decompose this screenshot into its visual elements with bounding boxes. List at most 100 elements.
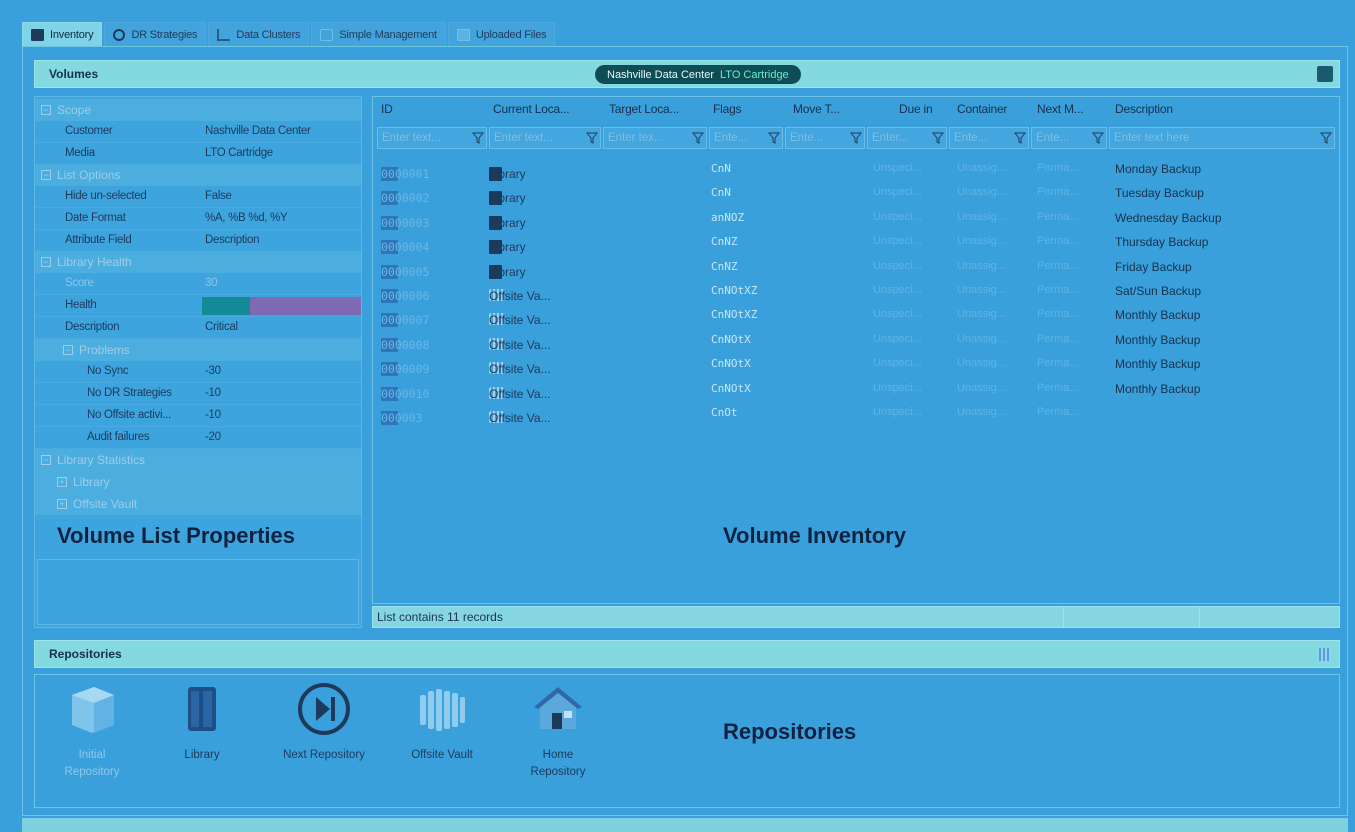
cell-due-in: Unspeci... (873, 284, 922, 296)
repository-library[interactable]: Library (147, 675, 257, 764)
volume-id: 0000004 (381, 240, 430, 255)
category-offsite-vault[interactable]: + Offsite Vault (35, 493, 361, 515)
table-row[interactable]: 0000010 Offsite Va... CnNOtX Unspeci... Unas… (373, 377, 1339, 401)
prop-audit-failures[interactable]: Audit failures -20 (35, 427, 361, 449)
column-header-due-in[interactable]: Due in (899, 102, 933, 116)
filter-id[interactable]: Enter text... (377, 127, 487, 149)
column-header-container[interactable]: Container (957, 102, 1007, 116)
filter-icon[interactable] (768, 132, 780, 144)
category-scope[interactable]: − Scope (35, 99, 361, 121)
table-row[interactable]: 0000005 Library CnNZ Unspeci... Unassig... Pe… (373, 255, 1339, 279)
prop-no-sync[interactable]: No Sync -30 (35, 361, 361, 383)
status-separator (1063, 607, 1064, 627)
category-library-statistics[interactable]: − Library Statistics (35, 449, 361, 471)
grid-status-bar: List contains 11 records (372, 606, 1340, 628)
pill-location: Nashville Data Center (607, 68, 714, 81)
filter-icon[interactable] (932, 132, 944, 144)
prop-hide-unselected[interactable]: Hide un-selected False (35, 186, 361, 208)
cell-description: Sat/Sun Backup (1115, 284, 1202, 298)
table-row[interactable]: 0000003 Library anNOZ Unspeci... Unassig... P… (373, 206, 1339, 230)
prop-description[interactable]: Description Critical (35, 317, 361, 339)
table-row[interactable]: 0000001 Library CnN Unspeci... Unassig... Per… (373, 157, 1339, 181)
cell-container: Unassig... (957, 381, 1006, 394)
tab-data-clusters[interactable]: Data Clusters (208, 22, 310, 46)
category-list-options[interactable]: − List Options (35, 164, 361, 186)
collapse-icon[interactable]: − (41, 104, 51, 115)
prop-key: Description (65, 321, 120, 334)
tab-bar: Inventory DR Strategies Data Clusters Si… (22, 22, 557, 46)
filter-move-type[interactable]: Ente... (785, 127, 865, 149)
collapse-icon[interactable]: − (41, 454, 51, 465)
filter-icon[interactable] (692, 132, 704, 144)
panel-menu-icon[interactable] (1317, 66, 1333, 82)
repository-initial[interactable]: Initial Repository (37, 675, 147, 781)
cell-flags: CnNOtX (711, 332, 751, 346)
prop-no-offsite-activity[interactable]: No Offsite activi... -10 (35, 405, 361, 427)
repositories-panel-icon[interactable] (1317, 648, 1331, 661)
cell-container: Unassig... (957, 332, 1006, 345)
initial-repository-icon (64, 681, 120, 737)
filter-flags[interactable]: Ente... (709, 127, 783, 149)
prop-customer[interactable]: Customer Nashville Data Center (35, 121, 361, 143)
filter-icon[interactable] (850, 132, 862, 144)
location-text: Library (489, 215, 526, 230)
table-row[interactable]: 0000004 Library CnNZ Unspeci... Unassig... Pe… (373, 230, 1339, 255)
tab-dr-strategies[interactable]: DR Strategies (104, 22, 207, 46)
expand-icon[interactable]: + (57, 498, 67, 509)
expand-icon[interactable]: + (57, 476, 67, 487)
category-library-health[interactable]: − Library Health (35, 251, 361, 273)
filter-container[interactable]: Ente... (949, 127, 1029, 149)
filter-next-move[interactable]: Ente... (1031, 127, 1107, 149)
column-header-id[interactable]: ID (381, 102, 393, 116)
tab-label: Inventory (50, 28, 94, 41)
prop-attribute-field[interactable]: Attribute Field Description (35, 230, 361, 252)
filter-icon[interactable] (586, 132, 598, 144)
category-problems[interactable]: − Problems (35, 339, 361, 361)
tab-inventory[interactable]: Inventory (22, 22, 103, 46)
column-header-description[interactable]: Description (1115, 102, 1173, 116)
tab-simple-management[interactable]: Simple Management (311, 22, 446, 46)
column-header-current-location[interactable]: Current Loca... (493, 102, 570, 116)
health-bar-good (202, 297, 250, 315)
tab-label: Simple Management (339, 28, 437, 41)
tab-uploaded-files[interactable]: Uploaded Files (447, 22, 556, 46)
table-row[interactable]: 0000007 Offsite Va... CnNOtXZ Unspeci... Una… (373, 303, 1339, 328)
cell-next-move: Perma... (1037, 406, 1079, 418)
prop-score[interactable]: Score 30 (35, 273, 361, 295)
filter-current-location[interactable]: Enter text... (489, 127, 601, 149)
column-header-target-location[interactable]: Target Loca... (609, 102, 679, 116)
scope-pill[interactable]: Nashville Data Center LTO Cartridge (595, 65, 801, 84)
repository-home[interactable]: Home Repository (503, 675, 613, 781)
cell-next-move: Perma... (1037, 381, 1079, 394)
table-row[interactable]: 0000006 Offsite Va... CnNOtXZ Unspeci... Una… (373, 279, 1339, 303)
prop-key: Hide un-selected (65, 190, 147, 203)
filter-icon[interactable] (1092, 132, 1104, 144)
column-header-move-type[interactable]: Move T... (793, 102, 840, 116)
prop-media[interactable]: Media LTO Cartridge (35, 143, 361, 165)
table-row[interactable]: 0000009 Offsite Va... CnNOtX Unspeci... Unas… (373, 352, 1339, 377)
collapse-icon[interactable]: − (63, 344, 73, 355)
filter-description[interactable]: Enter text here (1109, 127, 1335, 149)
collapse-icon[interactable]: − (41, 169, 51, 180)
repository-next[interactable]: Next Repository (269, 675, 379, 764)
filter-due-in[interactable]: Enter... (867, 127, 947, 149)
cell-container: Unassig... (957, 406, 1006, 418)
filter-icon[interactable] (472, 132, 484, 144)
collapse-icon[interactable]: − (41, 256, 51, 267)
cell-description: Tuesday Backup (1115, 186, 1204, 201)
repository-offsite-vault[interactable]: Offsite Vault (387, 675, 497, 764)
prop-key: No DR Strategies (87, 387, 172, 400)
filter-icon[interactable] (1320, 132, 1332, 144)
location-text: Offsite Va... (489, 386, 551, 401)
filter-icon[interactable] (1014, 132, 1026, 144)
table-row[interactable]: 0000002 Library CnN Unspeci... Unassig... Per… (373, 181, 1339, 206)
filter-target-location[interactable]: Enter tex... (603, 127, 707, 149)
category-library[interactable]: + Library (35, 471, 361, 493)
prop-date-format[interactable]: Date Format %A, %B %d, %Y (35, 208, 361, 230)
prop-health[interactable]: Health (35, 295, 361, 317)
column-header-next-move[interactable]: Next M... (1037, 102, 1083, 116)
table-row[interactable]: 0000008 Offsite Va... CnNOtX Unspeci... Unas… (373, 328, 1339, 352)
prop-no-dr-strategies[interactable]: No DR Strategies -10 (35, 383, 361, 405)
column-header-flags[interactable]: Flags (713, 102, 742, 116)
table-row[interactable]: 000003 Offsite Va... CnOt Unspeci... Unassig… (373, 401, 1339, 425)
